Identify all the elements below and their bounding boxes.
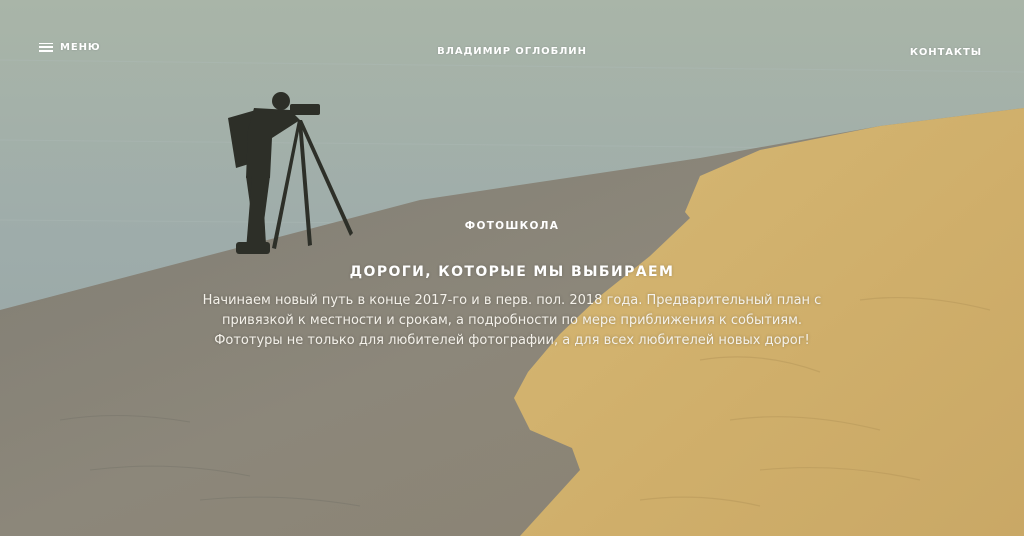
hero-description: Начинаем новый путь в конце 2017-го и в …	[202, 293, 822, 348]
category-link[interactable]: ФОТОШКОЛА	[465, 220, 559, 232]
hero-section: МЕНЮ ВЛАДИМИР ОГЛОБЛИН КОНТАКТЫ ФОТОШКОЛ…	[0, 0, 1024, 536]
top-navigation: МЕНЮ ВЛАДИМИР ОГЛОБЛИН КОНТАКТЫ	[0, 0, 1024, 92]
hero-content: ФОТОШКОЛА ДОРОГИ, КОТОРЫЕ МЫ ВЫБИРАЕМ На…	[162, 214, 862, 351]
site-title: ВЛАДИМИР ОГЛОБЛИН	[437, 46, 587, 57]
site-title-link[interactable]: ВЛАДИМИР ОГЛОБЛИН	[0, 39, 1024, 58]
contacts-link[interactable]: КОНТАКТЫ	[910, 40, 982, 59]
hero-title: ДОРОГИ, КОТОРЫЕ МЫ ВЫБИРАЕМ	[349, 264, 675, 280]
contacts-label: КОНТАКТЫ	[909, 47, 982, 58]
